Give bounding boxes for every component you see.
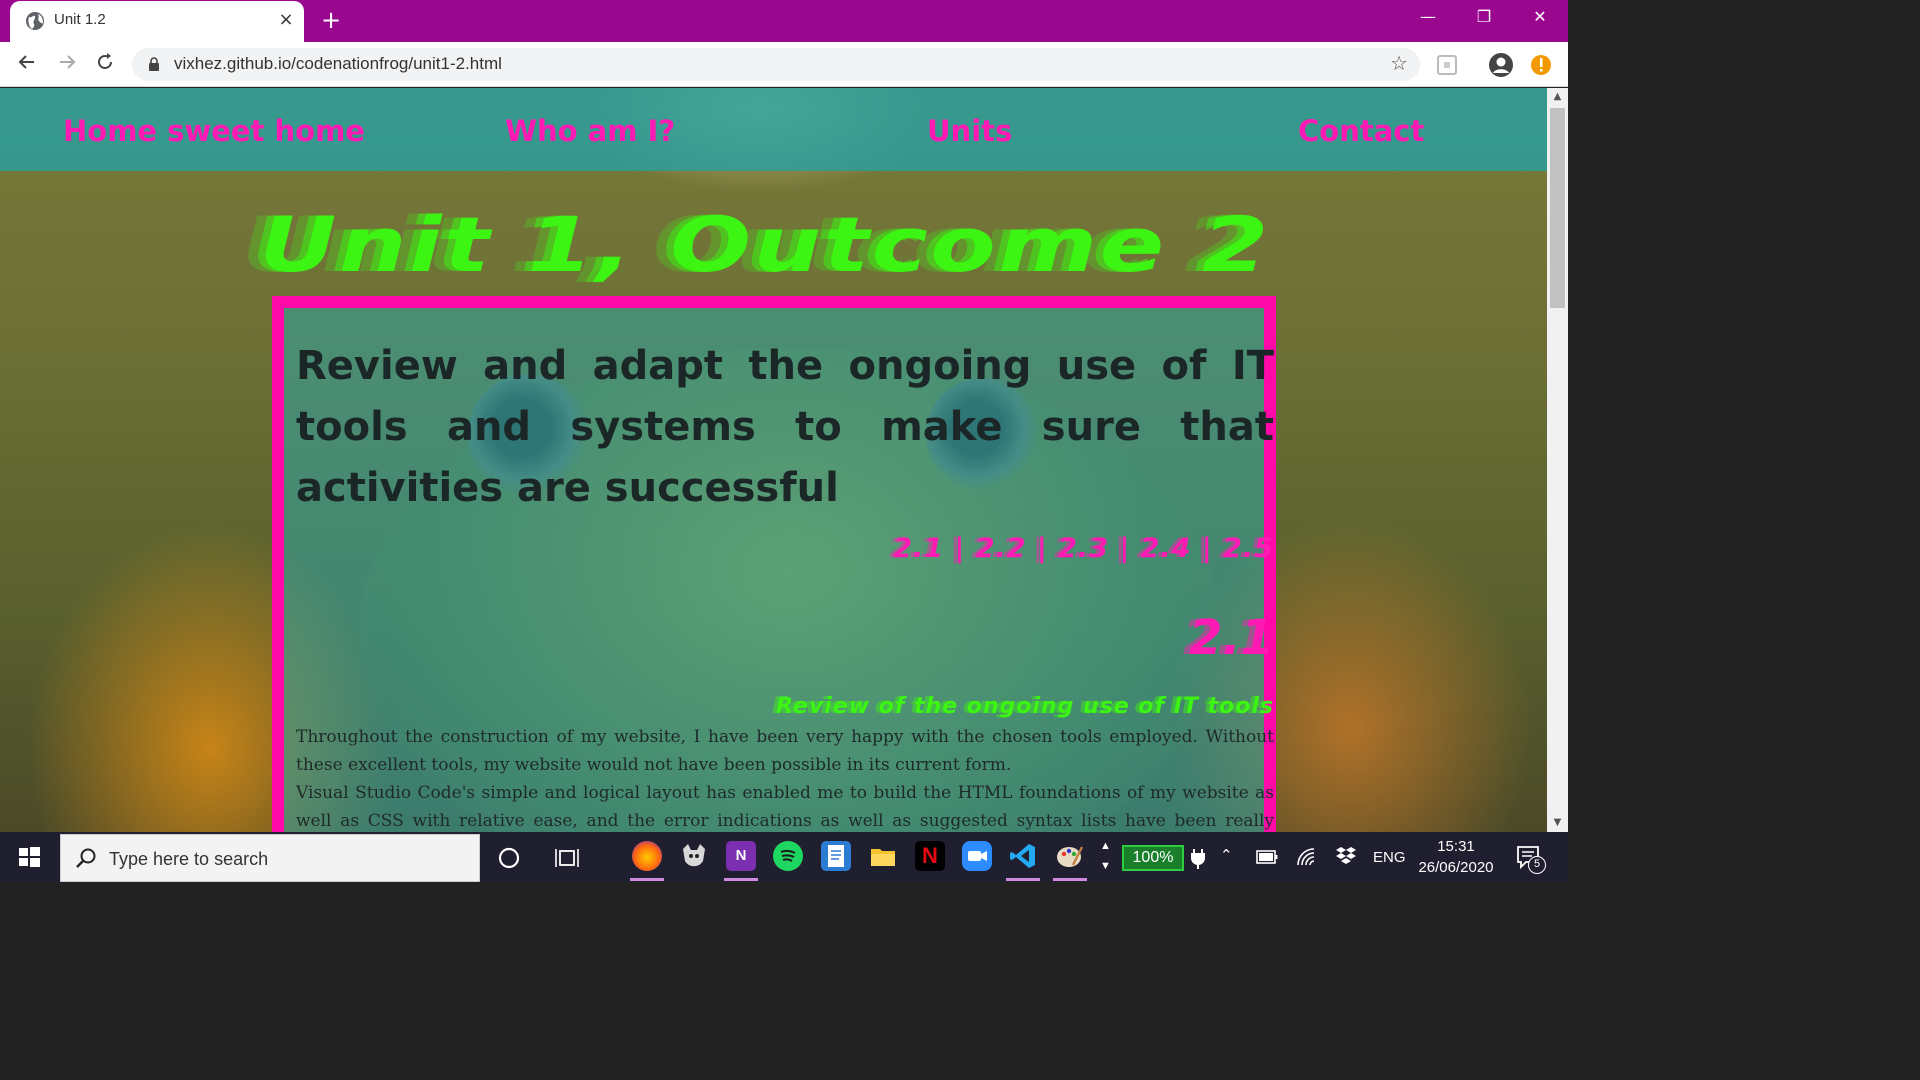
browser-toolbar: vixhez.github.io/codenationfrog/unit1-2.… — [0, 42, 1568, 87]
notification-count-badge: 5 — [1528, 856, 1546, 874]
paragraph-2: Visual Studio Code's simple and logical … — [296, 783, 1274, 831]
clock-time: 15:31 — [1437, 838, 1475, 855]
windows-logo-icon — [19, 847, 40, 867]
nav-contact-link[interactable]: Contact — [1298, 114, 1424, 148]
back-arrow-icon — [18, 55, 34, 69]
outcome-heading: Review and adapt the ongoing use of IT t… — [296, 343, 1274, 511]
tab-title: Unit 1.2 — [54, 11, 106, 28]
section-subtitle: Review of the ongoing use of IT tools — [776, 694, 1274, 719]
forward-button[interactable] — [52, 50, 82, 80]
language-indicator[interactable]: ENG — [1373, 849, 1406, 866]
bookmark-star-icon[interactable]: ☆ — [1390, 51, 1408, 75]
reload-icon — [98, 53, 112, 69]
minimize-button[interactable]: — — [1400, 0, 1456, 36]
search-icon — [76, 848, 96, 868]
site-nav: Home sweet home Who am I? Units Contact — [0, 88, 1547, 171]
search-placeholder: Type here to search — [109, 849, 269, 869]
file-explorer-icon[interactable] — [868, 841, 898, 871]
page-scrollbar[interactable]: ▲ ▼ — [1547, 88, 1568, 832]
address-bar[interactable]: vixhez.github.io/codenationfrog/unit1-2.… — [132, 48, 1420, 81]
tray-scroll-arrows-icon[interactable]: ▲ ▼ — [1100, 836, 1111, 876]
power-plug-icon[interactable] — [1190, 847, 1206, 869]
vscode-icon[interactable] — [1008, 841, 1038, 871]
paint-running-indicator — [1053, 878, 1087, 881]
back-button[interactable] — [12, 50, 42, 80]
tab-close-button[interactable]: × — [274, 7, 298, 33]
paint-icon[interactable] — [1055, 841, 1085, 871]
outcome-links[interactable]: 2.1 | 2.2 | 2.3 | 2.4 | 2.5 — [296, 533, 1274, 564]
nav-who-link[interactable]: Who am I? — [505, 114, 675, 148]
extension-icon[interactable] — [1434, 52, 1460, 78]
start-button[interactable] — [0, 832, 58, 882]
spotify-icon[interactable] — [773, 841, 803, 871]
forward-arrow-icon — [60, 55, 76, 69]
firefox-running-indicator — [630, 878, 664, 881]
new-tab-button[interactable]: + — [318, 6, 344, 34]
profile-avatar-icon[interactable] — [1488, 52, 1514, 78]
clock-date: 26/06/2020 — [1418, 859, 1494, 876]
page-viewport: Home sweet home Who am I? Units Contact … — [0, 88, 1547, 832]
paragraph-1: Throughout the construction of my websit… — [296, 727, 1274, 775]
windows-taskbar: Type here to search N N ▲ ▼ 100% ⌃ ENG 15… — [0, 832, 1568, 882]
scroll-up-arrow-icon[interactable]: ▲ — [1547, 88, 1568, 106]
lock-icon — [149, 57, 159, 71]
battery-icon[interactable] — [1256, 849, 1278, 865]
restore-button[interactable]: ❐ — [1456, 0, 1512, 36]
reload-button[interactable] — [90, 50, 120, 80]
scrollbar-thumb[interactable] — [1550, 108, 1565, 308]
scroll-down-arrow-icon[interactable]: ▼ — [1547, 814, 1568, 832]
url-text[interactable]: vixhez.github.io/codenationfrog/unit1-2.… — [174, 54, 502, 74]
system-clock[interactable]: 15:31 26/06/2020 — [1406, 836, 1506, 878]
show-hidden-icons-icon[interactable]: ⌃ — [1220, 846, 1233, 864]
cortana-icon[interactable] — [496, 845, 522, 871]
battery-percentage[interactable]: 100% — [1122, 845, 1184, 871]
taskbar-search[interactable]: Type here to search — [60, 834, 480, 882]
zoom-icon[interactable] — [962, 841, 992, 871]
onenote-running-indicator — [724, 878, 758, 881]
globe-icon — [26, 12, 44, 30]
section-number: 2.1 — [1188, 610, 1274, 666]
dropbox-icon[interactable] — [1335, 845, 1357, 867]
close-window-button[interactable]: ✕ — [1512, 0, 1568, 36]
unit-title: Unit 1, Outcome 2 — [259, 200, 1271, 289]
firefox-icon[interactable] — [632, 841, 662, 871]
nav-home-link[interactable]: Home sweet home — [63, 114, 365, 148]
wifi-icon[interactable] — [1296, 847, 1318, 867]
browser-tab[interactable]: Unit 1.2 × — [10, 1, 304, 42]
action-center-button[interactable]: 5 — [1512, 842, 1546, 874]
onenote-icon[interactable]: N — [726, 841, 756, 871]
update-alert-icon[interactable] — [1528, 52, 1554, 78]
netflix-icon[interactable]: N — [915, 841, 945, 871]
browser-titlebar: Unit 1.2 × + — ❐ ✕ — [0, 0, 1568, 42]
gimp-icon[interactable] — [679, 841, 709, 871]
notepad-icon[interactable] — [821, 841, 851, 871]
task-view-icon[interactable] — [554, 845, 582, 871]
vscode-running-indicator — [1006, 878, 1040, 881]
nav-units-link[interactable]: Units — [927, 114, 1012, 148]
content-panel: Review and adapt the ongoing use of IT t… — [272, 296, 1276, 832]
